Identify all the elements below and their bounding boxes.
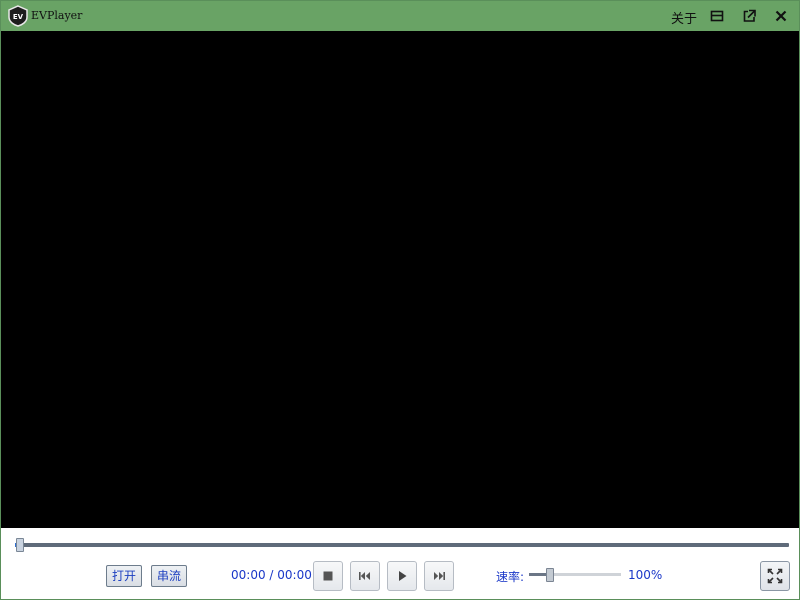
play-button[interactable] bbox=[387, 561, 417, 591]
rate-slider-fill bbox=[529, 573, 548, 576]
stop-icon bbox=[323, 571, 333, 581]
app-title: EVPlayer bbox=[31, 9, 83, 22]
fullscreen-button[interactable] bbox=[760, 561, 790, 591]
stop-button[interactable] bbox=[313, 561, 343, 591]
open-button[interactable]: 打开 bbox=[106, 565, 143, 587]
rate-value: 100% bbox=[628, 568, 663, 582]
next-button[interactable] bbox=[424, 561, 454, 591]
close-button[interactable] bbox=[771, 6, 791, 26]
title-bar[interactable]: EV EVPlayer 关于 bbox=[1, 1, 799, 31]
video-area[interactable] bbox=[1, 31, 799, 528]
control-bar: 打开 串流 00:00 / 00:00 速率: 100% bbox=[1, 528, 799, 599]
previous-button[interactable] bbox=[350, 561, 380, 591]
fullscreen-icon bbox=[767, 568, 783, 584]
about-button[interactable]: 关于 bbox=[671, 8, 697, 27]
seek-handle[interactable] bbox=[16, 538, 24, 552]
rate-slider-handle[interactable] bbox=[546, 568, 554, 582]
evplayer-logo-icon: EV bbox=[8, 5, 28, 27]
minimize-icon bbox=[710, 10, 724, 22]
rate-slider[interactable] bbox=[529, 573, 621, 576]
logo-text: EV bbox=[13, 13, 24, 21]
minimize-button[interactable] bbox=[707, 6, 727, 26]
rate-label: 速率: bbox=[496, 570, 525, 584]
play-icon bbox=[399, 571, 407, 581]
app-window: EV EVPlayer 关于 打开 串流 00:00 / 00:00 速率: 1… bbox=[0, 0, 800, 600]
popout-icon bbox=[743, 9, 756, 22]
time-display: 00:00 / 00:00 bbox=[231, 568, 312, 582]
stream-button[interactable]: 串流 bbox=[151, 565, 188, 587]
next-icon bbox=[434, 572, 445, 580]
close-icon bbox=[775, 10, 787, 22]
popout-button[interactable] bbox=[739, 6, 759, 26]
seek-bar[interactable] bbox=[15, 543, 789, 547]
previous-icon bbox=[359, 572, 370, 580]
